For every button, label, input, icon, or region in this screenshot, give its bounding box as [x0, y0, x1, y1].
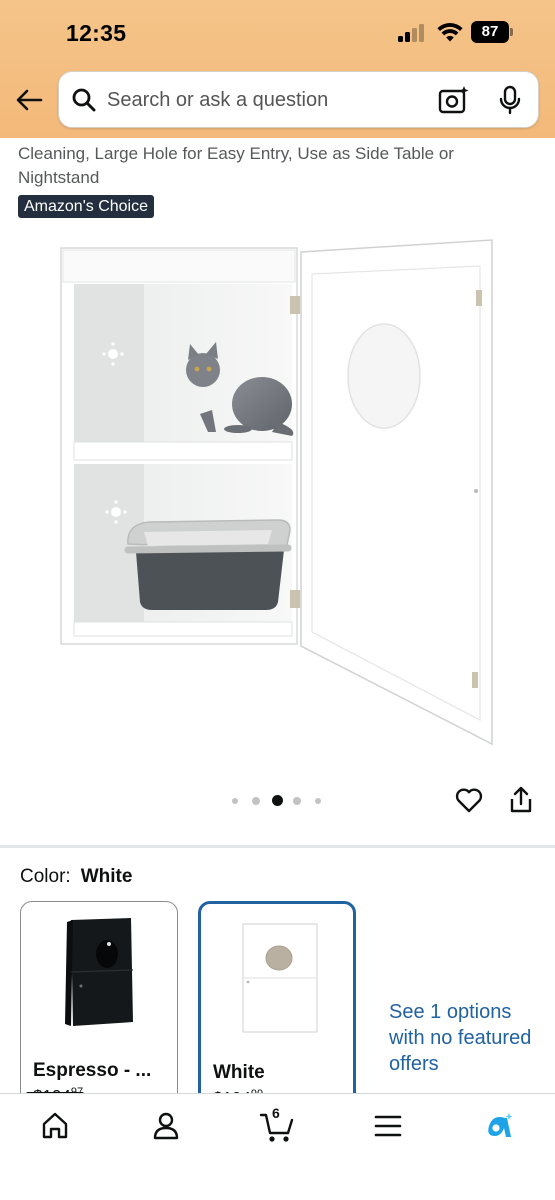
back-button[interactable] — [14, 86, 44, 114]
color-option-espresso[interactable]: Espresso - ... $10497 — [20, 901, 178, 1111]
bottom-navigation-bar: 6 — [0, 1093, 555, 1200]
search-icon — [72, 88, 96, 112]
app-header: 12:35 87 — [0, 0, 555, 138]
nav-menu[interactable] — [370, 1108, 406, 1144]
nav-rufus[interactable] — [481, 1108, 517, 1144]
nav-cart[interactable]: 6 — [259, 1105, 295, 1144]
espresso-cabinet-thumbnail — [65, 918, 134, 1026]
wifi-icon — [437, 23, 463, 42]
status-time: 12:35 — [66, 20, 127, 46]
color-label: Color: — [20, 866, 71, 887]
search-input[interactable] — [107, 84, 427, 116]
see-more-options-link[interactable]: See 1 options with no featured offers — [389, 999, 539, 1077]
image-carousel-indicator[interactable] — [230, 795, 330, 807]
carousel-dot[interactable] — [232, 798, 238, 804]
selected-color-value: White — [80, 866, 133, 887]
battery-icon: 87 — [471, 21, 515, 43]
color-selector-label: Color: White — [20, 866, 132, 888]
color-option-name: Espresso - ... — [33, 1060, 152, 1081]
nav-home[interactable] — [37, 1108, 73, 1144]
product-title[interactable]: Cleaning, Large Hole for Easy Entry, Use… — [18, 142, 498, 190]
carousel-dot-active[interactable] — [272, 795, 283, 806]
color-option-name: White — [213, 1062, 265, 1083]
search-bar[interactable] — [58, 71, 539, 128]
white-cabinet-thumbnail — [242, 923, 318, 1033]
cellular-signal-icon — [398, 24, 428, 42]
menu-icon — [374, 1115, 402, 1137]
back-arrow-icon — [16, 89, 43, 111]
home-icon — [42, 1112, 68, 1139]
camera-search-icon[interactable] — [438, 85, 470, 115]
status-bar: 12:35 87 — [0, 0, 555, 64]
battery-level: 87 — [471, 21, 509, 43]
microphone-icon[interactable] — [498, 85, 522, 115]
rufus-assistant-icon — [488, 1113, 513, 1137]
wishlist-heart-icon[interactable] — [454, 785, 484, 815]
amazons-choice-badge: Amazon's Choice — [18, 195, 154, 218]
share-icon[interactable] — [508, 785, 534, 815]
litter-box-figure — [124, 519, 292, 610]
product-image[interactable] — [40, 232, 520, 752]
section-divider — [0, 845, 555, 848]
color-option-white[interactable]: White $10499 — [198, 901, 356, 1111]
cart-count-badge: 6 — [272, 1105, 280, 1121]
account-icon — [153, 1112, 179, 1140]
carousel-dot[interactable] — [252, 797, 260, 805]
carousel-dot[interactable] — [315, 798, 321, 804]
nav-account[interactable] — [148, 1108, 184, 1144]
carousel-dot[interactable] — [293, 797, 301, 805]
